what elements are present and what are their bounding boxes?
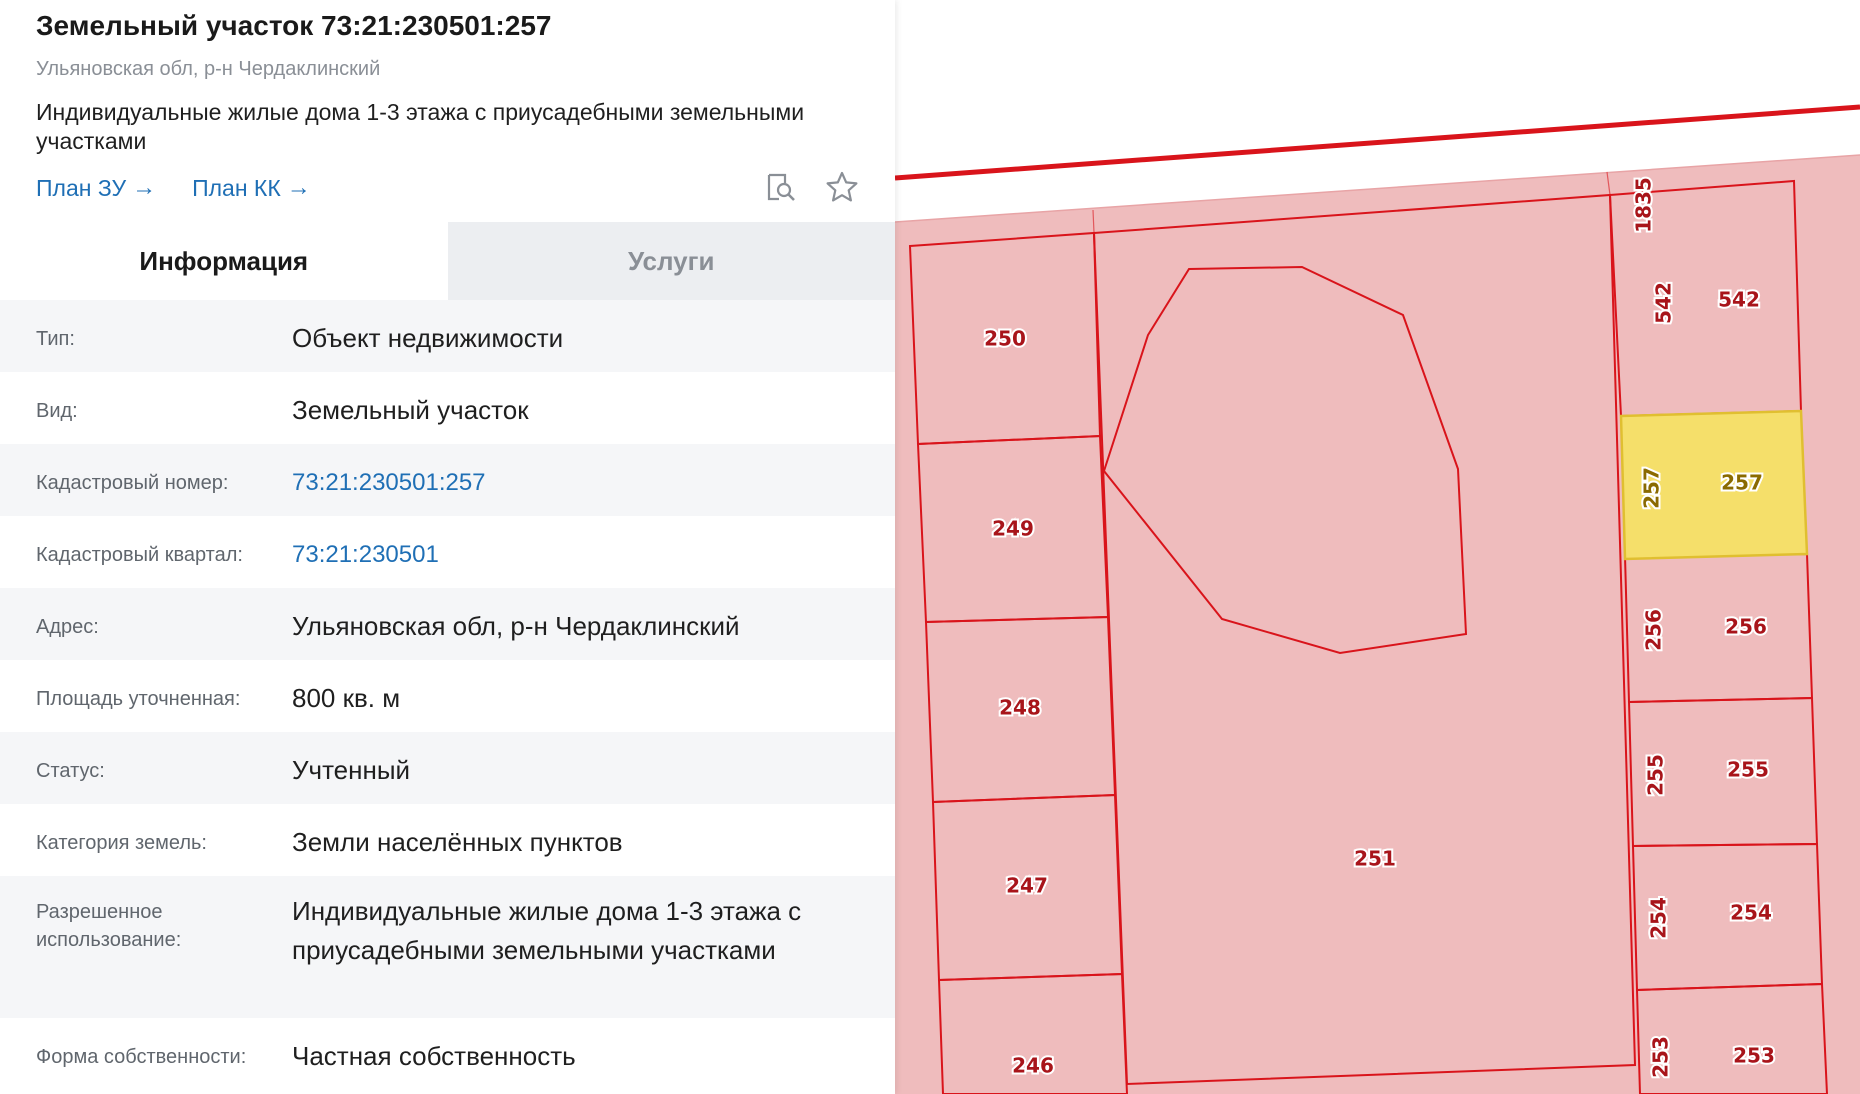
favorite-button[interactable] [825, 170, 859, 204]
parcel-label: 542 [1718, 288, 1760, 312]
parcel-label: 257 [1721, 471, 1763, 495]
parcel-label: 249 [992, 517, 1034, 541]
info-row-type: Тип: Объект недвижимости [0, 300, 895, 372]
info-row-category: Категория земель: Земли населённых пункт… [0, 804, 895, 876]
search-document-icon [767, 173, 795, 201]
tab-services[interactable]: Услуги [447, 222, 895, 300]
area-value: 800 кв. м [292, 683, 401, 713]
info-row-area: Площадь уточненная: 800 кв. м [0, 660, 895, 732]
info-row-address: Адрес: Ульяновская обл, р-н Чердаклински… [0, 588, 895, 660]
category-value: Земли населённых пунктов [292, 827, 623, 857]
info-row-cad-quarter: Кадастровый квартал: 73:21:230501 [0, 516, 895, 588]
parcel-label: 255 [1727, 758, 1769, 782]
tab-information[interactable]: Информация [0, 222, 448, 300]
cad-quarter-link[interactable]: 73:21:230501 [292, 516, 895, 588]
kind-label: Вид: [36, 400, 78, 422]
plan-zu-label: План ЗУ [36, 174, 127, 201]
kind-value: Земельный участок [292, 395, 529, 425]
info-row-ownership: Форма собственности: Частная собственнос… [0, 1018, 895, 1090]
plan-kk-label: План КК [192, 174, 281, 201]
page-subtitle: Ульяновская обл, р-н Чердаклинский [36, 58, 381, 80]
search-document-button[interactable] [763, 170, 797, 204]
page-title: Земельный участок 73:21:230501:257 [36, 10, 552, 41]
info-row-cad-number: Кадастровый номер: 73:21:230501:257 [0, 444, 895, 516]
parcel-label: 253 [1733, 1044, 1775, 1068]
cad-quarter-label: Кадастровый квартал: [36, 544, 243, 566]
parcel-label: 246 [1012, 1054, 1054, 1078]
ownership-label: Форма собственности: [36, 1046, 247, 1068]
map-canvas[interactable]: 250 249 248 247 246 251 1835 542 542 257 257 256 256… [895, 0, 1860, 1094]
parcel-label: 248 [999, 696, 1041, 720]
plan-kk-link[interactable]: План КК → [192, 174, 311, 202]
info-panel: Земельный участок 73:21:230501:257 Ульян… [0, 0, 895, 1094]
info-table: Тип: Объект недвижимости Вид: Земельный … [0, 300, 895, 1090]
arrow-right-icon: → [132, 174, 157, 201]
zone-fill [895, 155, 1860, 1094]
plan-links: План ЗУ → План КК → [36, 174, 311, 202]
parcel-label: 254 [1647, 897, 1671, 939]
parcel-label: 542 [1652, 282, 1676, 324]
page-description: Индивидуальные жилые дома 1-3 этажа с пр… [36, 99, 805, 154]
parcel-label: 250 [984, 327, 1026, 351]
parcel-label: 1835 [1632, 177, 1656, 233]
status-value: Учтенный [292, 755, 411, 785]
type-label: Тип: [36, 328, 75, 350]
parcel-label: 254 [1730, 901, 1772, 925]
cad-number-label: Кадастровый номер: [36, 472, 229, 494]
parcel-label: 256 [1642, 609, 1666, 651]
area-label: Площадь уточненная: [36, 688, 241, 710]
ownership-value: Частная собственность [292, 1041, 576, 1071]
info-row-status: Статус: Учтенный [0, 732, 895, 804]
status-label: Статус: [36, 760, 105, 782]
arrow-right-icon: → [286, 174, 311, 201]
info-row-usage: Разрешенное использование: Индивидуальны… [0, 876, 895, 1018]
star-icon [826, 171, 858, 202]
type-value: Объект недвижимости [292, 323, 564, 353]
parcel-label: 247 [1006, 874, 1048, 898]
address-label: Адрес: [36, 616, 99, 638]
category-label: Категория земель: [36, 832, 207, 854]
cad-number-link[interactable]: 73:21:230501:257 [292, 444, 895, 516]
parcel-label: 255 [1644, 754, 1668, 796]
parcel-label: 257 [1640, 467, 1664, 509]
parcel-label: 251 [1354, 847, 1396, 871]
parcel-label: 253 [1649, 1036, 1673, 1078]
plan-zu-link[interactable]: План ЗУ → [36, 174, 156, 202]
parcel-label: 256 [1725, 615, 1767, 639]
header-actions [763, 170, 859, 204]
info-row-kind: Вид: Земельный участок [0, 372, 895, 444]
tab-bar: Информация Услуги [0, 222, 895, 300]
usage-label: Разрешенное использование: [36, 901, 182, 951]
usage-value: Индивидуальные жилые дома 1-3 этажа с пр… [292, 896, 802, 965]
address-value: Ульяновская обл, р-н Чердаклинский [292, 611, 740, 641]
cadastral-map[interactable]: 250 249 248 247 246 251 1835 542 542 257 257 256 256… [895, 0, 1860, 1094]
